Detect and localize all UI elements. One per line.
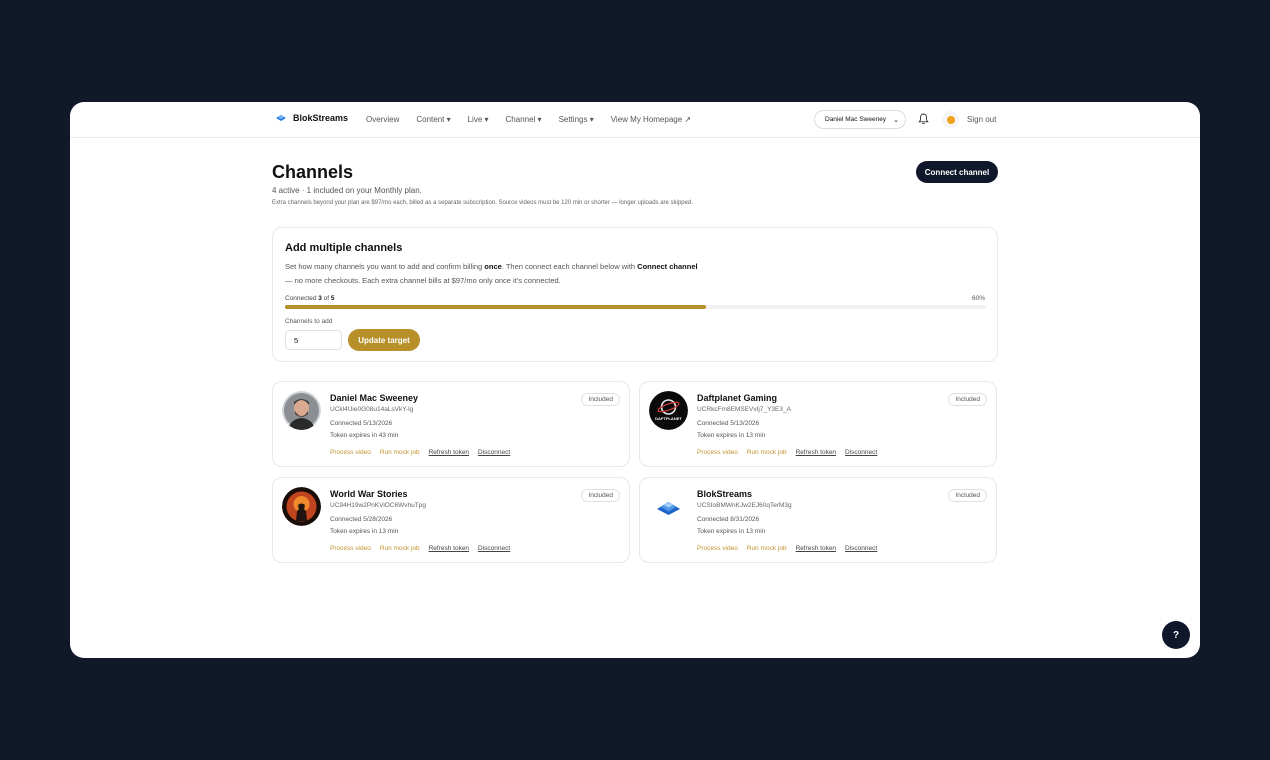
refresh-token-link[interactable]: Refresh token (429, 545, 469, 552)
channel-card: World War Stories UC94H19w2PnKViOC6WvhuT… (272, 477, 630, 563)
nav-item-homepage[interactable]: View My Homepage ↗ (611, 115, 691, 124)
connect-channel-button[interactable]: Connect channel (916, 161, 998, 183)
progress-fill (285, 305, 706, 309)
channel-actions: Process video Run mock job Refresh token… (330, 545, 510, 552)
channel-token-expiry: Token expires in 43 min (330, 432, 399, 439)
included-badge: Included (948, 489, 987, 502)
help-button[interactable]: ? (1162, 621, 1190, 649)
sign-out-link[interactable]: Sign out (967, 115, 996, 124)
progress-bar (285, 305, 986, 309)
brand[interactable]: BlokStreams (275, 113, 348, 123)
add-multiple-title: Add multiple channels (285, 242, 403, 254)
channel-id: UC94H19w2PnKViOC6WvhuTpg (330, 502, 426, 509)
user-select[interactable]: Daniel Mac Sweeney ⌄ (814, 110, 906, 129)
channel-name: Daniel Mac Sweeney (330, 393, 419, 403)
update-target-button[interactable]: Update target (348, 329, 420, 351)
coin-icon (946, 115, 955, 124)
daftplanet-logo-text: DAFTPLANET (655, 416, 682, 421)
channel-token-expiry: Token expires in 13 min (330, 528, 399, 535)
channel-token-expiry: Token expires in 13 min (697, 432, 766, 439)
page-title: Channels (272, 162, 354, 182)
channel-name: BlokStreams (697, 489, 753, 499)
run-mock-job-link[interactable]: Run mock job (747, 449, 787, 456)
channel-id: UCSIoBMWnKJw2EJ60qTerM3g (697, 502, 792, 509)
process-video-link[interactable]: Process video (330, 449, 371, 456)
run-mock-job-link[interactable]: Run mock job (747, 545, 787, 552)
chevron-down-icon: ⌄ (893, 117, 899, 124)
run-mock-job-link[interactable]: Run mock job (380, 545, 420, 552)
channel-card: Daniel Mac Sweeney UCkl4Uie0G08u14aLsVkY… (272, 381, 630, 467)
add-multiple-description: Set how many channels you want to add an… (285, 262, 698, 285)
disconnect-link[interactable]: Disconnect (478, 449, 510, 456)
channels-to-add-input[interactable]: 5 (285, 330, 342, 350)
channel-card: BlokStreams UCSIoBMWnKJw2EJ60qTerM3g Con… (639, 477, 997, 563)
channel-id: UCRkcFm8EMSEVvIj7_Y3E3_A (697, 406, 791, 413)
channel-id: UCkl4Uie0G08u14aLsVkY-lg (330, 406, 414, 413)
billing-note: Extra channels beyond your plan are $97/… (272, 200, 693, 206)
page-subtitle: 4 active · 1 included on your Monthly pl… (272, 186, 422, 195)
channel-name: World War Stories (330, 489, 408, 499)
channel-card: DAFTPLANET Daftplanet Gaming UCRkcFm8EMS… (639, 381, 997, 467)
avatar (282, 391, 321, 430)
nav-item-content[interactable]: Content ▾ (416, 115, 450, 124)
included-badge: Included (581, 489, 620, 502)
channel-name: Daftplanet Gaming (697, 393, 778, 403)
brand-logo-icon (276, 115, 286, 121)
channel-token-expiry: Token expires in 13 min (697, 528, 766, 535)
avatar: DAFTPLANET (649, 391, 688, 430)
refresh-token-link[interactable]: Refresh token (796, 449, 836, 456)
process-video-link[interactable]: Process video (697, 545, 738, 552)
app-window: BlokStreams Overview Content ▾ Live ▾ Ch… (70, 102, 1200, 658)
add-multiple-card: Add multiple channels Set how many chann… (272, 227, 998, 362)
disconnect-link[interactable]: Disconnect (845, 449, 877, 456)
brand-name: BlokStreams (293, 113, 349, 123)
nav-item-channel[interactable]: Channel ▾ (506, 115, 542, 124)
nav-item-live[interactable]: Live ▾ (468, 115, 489, 124)
channel-connected-date: Connected 5/13/2026 (697, 420, 760, 427)
progress-percent: 60% (971, 295, 985, 302)
nav-item-settings[interactable]: Settings ▾ (559, 115, 594, 124)
channel-actions: Process video Run mock job Refresh token… (697, 545, 877, 552)
avatar (282, 487, 321, 526)
channel-actions: Process video Run mock job Refresh token… (697, 449, 877, 456)
bell-icon[interactable] (918, 113, 929, 125)
included-badge: Included (581, 393, 620, 406)
user-select-value: Daniel Mac Sweeney (825, 116, 887, 123)
process-video-link[interactable]: Process video (697, 449, 738, 456)
channel-actions: Process video Run mock job Refresh token… (330, 449, 510, 456)
channels-to-add-label: Channels to add (285, 318, 333, 325)
run-mock-job-link[interactable]: Run mock job (380, 449, 420, 456)
progress-label: Connected 3 of 5 (285, 295, 335, 302)
refresh-token-link[interactable]: Refresh token (429, 449, 469, 456)
channel-connected-date: Connected 8/31/2026 (697, 516, 760, 523)
top-nav: BlokStreams Overview Content ▾ Live ▾ Ch… (70, 102, 1200, 138)
process-video-link[interactable]: Process video (330, 545, 371, 552)
disconnect-link[interactable]: Disconnect (478, 545, 510, 552)
credits-button[interactable] (942, 111, 959, 128)
nav-menu: Overview Content ▾ Live ▾ Channel ▾ Sett… (366, 115, 691, 124)
disconnect-link[interactable]: Disconnect (845, 545, 877, 552)
included-badge: Included (948, 393, 987, 406)
nav-item-overview[interactable]: Overview (366, 115, 399, 124)
refresh-token-link[interactable]: Refresh token (796, 545, 836, 552)
channel-connected-date: Connected 5/28/2026 (330, 516, 393, 523)
avatar (649, 487, 688, 526)
channel-connected-date: Connected 5/13/2026 (330, 420, 393, 427)
